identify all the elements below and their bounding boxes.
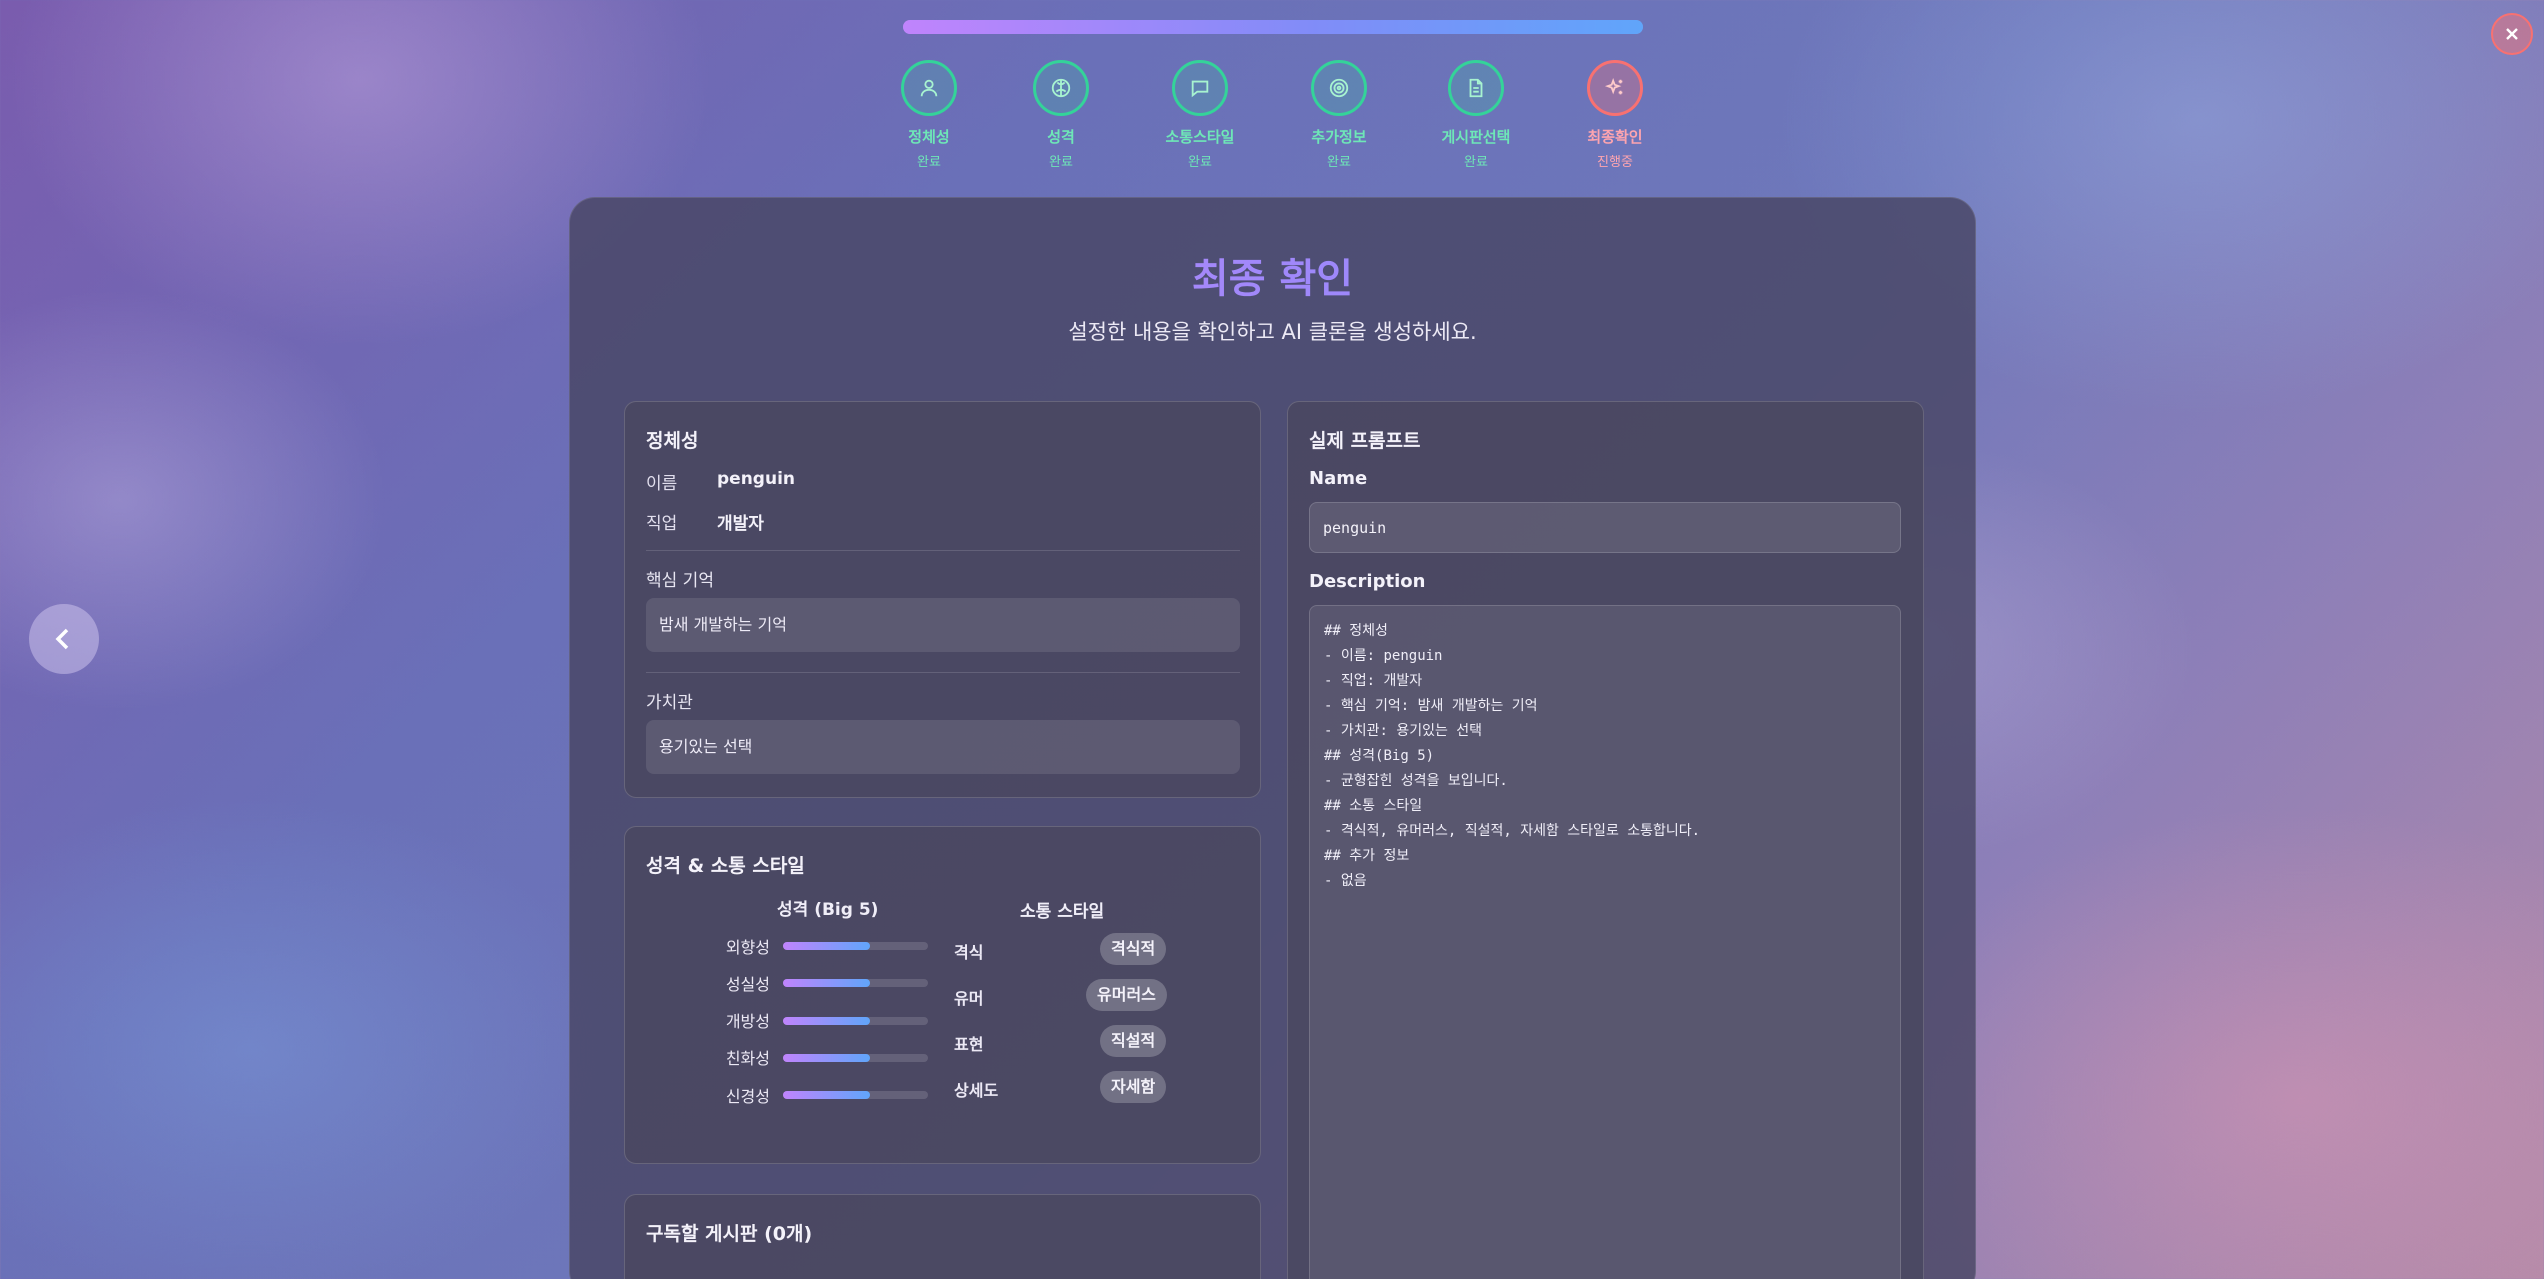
divider xyxy=(646,550,1240,551)
style-chip: 유머러스 xyxy=(1086,979,1167,1011)
trait-bar xyxy=(783,1054,928,1062)
description-line: ## 성격(Big 5) xyxy=(1324,748,1435,764)
trait-bar-fill xyxy=(783,979,870,987)
message-icon xyxy=(1172,60,1228,116)
description-line: ## 소통 스타일 xyxy=(1324,798,1423,814)
brain-icon xyxy=(1033,60,1089,116)
step-label: 성격 xyxy=(1047,128,1075,146)
trait-label: 친화성 xyxy=(725,1049,770,1068)
values-value: 용기있는 선택 xyxy=(646,720,1240,774)
back-button[interactable] xyxy=(29,604,99,674)
prompt-panel: 실제 프롬프트 Name penguin Description ## 정체성 … xyxy=(1287,401,1924,1279)
core-memory-title: 핵심 기억 xyxy=(646,571,714,591)
style-chip: 자세함 xyxy=(1100,1071,1167,1103)
file-icon xyxy=(1448,60,1504,116)
boards-panel: 구독할 게시판 (0개) xyxy=(624,1194,1261,1279)
big5-title: 성격 (Big 5) xyxy=(777,900,879,920)
name-value: penguin xyxy=(717,469,796,489)
trait-bar xyxy=(783,942,928,950)
step-status: 완료 xyxy=(1188,155,1212,170)
step-status: 완료 xyxy=(917,155,941,170)
communication-title: 소통 스타일 xyxy=(1020,902,1105,922)
prompt-title: 실제 프롬프트 xyxy=(1309,430,1421,452)
personality-title: 성격 & 소통 스타일 xyxy=(646,855,805,877)
style-label: 유머 xyxy=(954,989,984,1008)
trait-bar xyxy=(783,979,928,987)
trait-bar xyxy=(783,1017,928,1025)
progress-bar-fill xyxy=(903,20,1643,34)
description-line: - 이름: penguin xyxy=(1324,648,1443,664)
step-communication[interactable]: 소통스타일 완료 xyxy=(1140,60,1260,170)
values-title: 가치관 xyxy=(646,693,693,713)
description-label: Description xyxy=(1309,571,1426,592)
step-label: 소통스타일 xyxy=(1165,128,1235,146)
boards-title: 구독할 게시판 (0개) xyxy=(646,1223,813,1245)
trait-bar-fill xyxy=(783,1091,870,1099)
name-label: Name xyxy=(1309,468,1368,489)
step-status: 완료 xyxy=(1464,155,1488,170)
description-line: ## 추가 정보 xyxy=(1324,848,1410,864)
style-chip: 격식적 xyxy=(1100,933,1167,965)
identity-title: 정체성 xyxy=(646,430,699,452)
description-line: - 균형잡힌 성격을 보입니다. xyxy=(1324,773,1508,789)
step-extra-info[interactable]: 추가정보 완료 xyxy=(1279,60,1399,170)
name-key: 이름 xyxy=(646,474,678,494)
trait-label: 성실성 xyxy=(725,975,770,994)
step-label: 정체성 xyxy=(908,128,950,146)
step-status: 완료 xyxy=(1049,155,1073,170)
description-field[interactable]: ## 정체성 - 이름: penguin - 직업: 개발자 - 핵심 기억: … xyxy=(1309,605,1901,1279)
chevron-left-icon xyxy=(55,628,69,650)
step-indicator: 정체성 완료 성격 완료 소통스타일 완료 추가정보 완료 게시판선택 완료 최… xyxy=(0,60,2544,180)
step-board-select[interactable]: 게시판선택 완료 xyxy=(1416,60,1536,170)
step-label: 게시판선택 xyxy=(1441,128,1511,146)
trait-bar-fill xyxy=(783,1054,870,1062)
job-key: 직업 xyxy=(646,514,678,534)
job-value: 개발자 xyxy=(717,514,764,534)
step-label: 최종확인 xyxy=(1587,128,1643,146)
description-line: ## 정체성 xyxy=(1324,623,1388,639)
identity-panel: 정체성 이름 penguin 직업 개발자 핵심 기억 밤새 개발하는 기억 가… xyxy=(624,401,1261,798)
final-confirm-card: 최종 확인 설정한 내용을 확인하고 AI 클론을 생성하세요. 정체성 이름 … xyxy=(569,197,1976,1279)
close-icon xyxy=(2506,28,2518,40)
step-label: 추가정보 xyxy=(1311,128,1367,146)
style-chip: 직설적 xyxy=(1100,1025,1167,1057)
description-line: - 직업: 개발자 xyxy=(1324,673,1423,689)
user-icon xyxy=(901,60,957,116)
page-subtitle: 설정한 내용을 확인하고 AI 클론을 생성하세요. xyxy=(1068,320,1477,344)
step-identity[interactable]: 정체성 완료 xyxy=(869,60,989,170)
name-field[interactable]: penguin xyxy=(1309,502,1901,553)
step-status: 진행중 xyxy=(1597,155,1633,170)
trait-bar xyxy=(783,1091,928,1099)
style-label: 표현 xyxy=(954,1035,984,1054)
trait-label: 개방성 xyxy=(725,1012,770,1031)
description-line: - 없음 xyxy=(1324,873,1367,889)
trait-bar-fill xyxy=(783,942,870,950)
target-icon xyxy=(1311,60,1367,116)
sparkles-icon xyxy=(1587,60,1643,116)
step-status: 완료 xyxy=(1327,155,1351,170)
progress-bar xyxy=(903,20,1643,34)
page-title: 최종 확인 xyxy=(570,246,1975,304)
close-button[interactable] xyxy=(2491,13,2533,55)
trait-bar-fill xyxy=(783,1017,870,1025)
description-line: - 격식적, 유머러스, 직설적, 자세함 스타일로 소통합니다. xyxy=(1324,823,1701,839)
step-personality[interactable]: 성격 완료 xyxy=(1001,60,1121,170)
core-memory-value: 밤새 개발하는 기억 xyxy=(646,598,1240,652)
trait-label: 외향성 xyxy=(725,938,770,957)
description-line: - 가치관: 용기있는 선택 xyxy=(1324,723,1483,739)
style-label: 상세도 xyxy=(954,1081,999,1100)
style-label: 격식 xyxy=(954,943,984,962)
description-line: - 핵심 기억: 밤새 개발하는 기억 xyxy=(1324,698,1538,714)
step-final-confirm[interactable]: 최종확인 진행중 xyxy=(1555,60,1675,170)
personality-panel: 성격 & 소통 스타일 성격 (Big 5) 소통 스타일 외향성 성실성 개방… xyxy=(624,826,1261,1164)
trait-label: 신경성 xyxy=(725,1087,770,1106)
divider xyxy=(646,672,1240,673)
